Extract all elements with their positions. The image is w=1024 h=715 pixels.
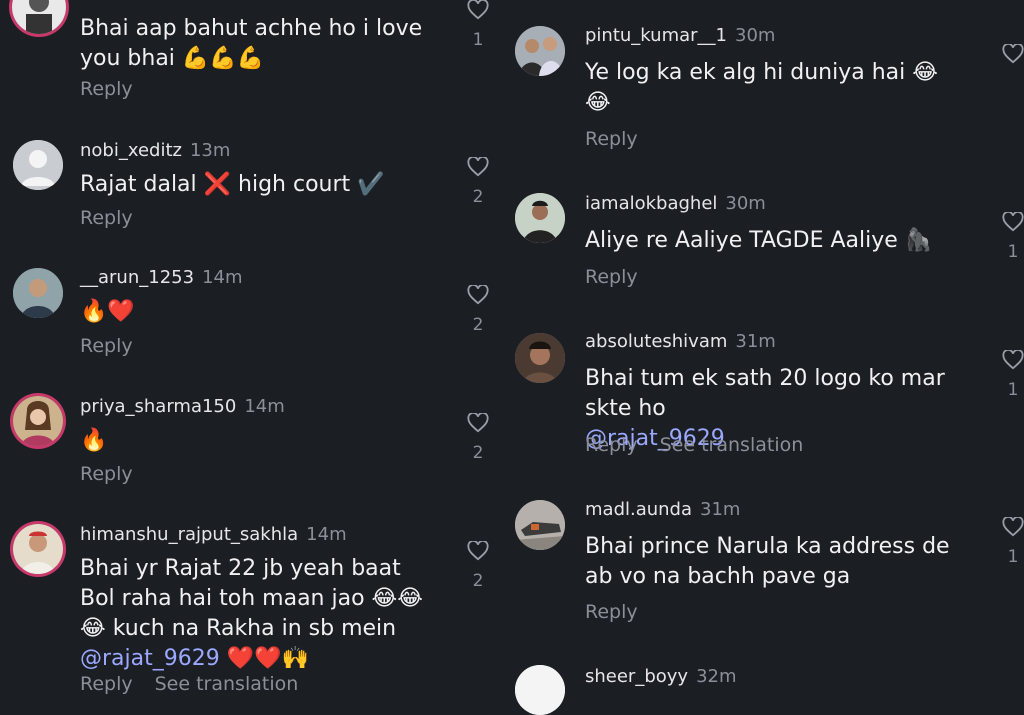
comment-username[interactable]: pintu_kumar__1 bbox=[585, 25, 727, 46]
comment-actions: Reply bbox=[80, 207, 133, 229]
avatar[interactable] bbox=[515, 333, 565, 383]
heart-icon bbox=[467, 413, 489, 433]
comment-actions: Reply See translation bbox=[80, 673, 298, 695]
like-button[interactable]: 1 bbox=[1001, 350, 1024, 400]
avatar[interactable] bbox=[13, 524, 63, 574]
avatar[interactable] bbox=[515, 26, 565, 76]
avatar[interactable] bbox=[13, 396, 63, 446]
comment-username[interactable]: __arun_1253 bbox=[80, 267, 194, 288]
comment-text: Ye log ka ek alg hi duniya hai 😂 😂 bbox=[585, 60, 938, 115]
like-button[interactable]: 2 bbox=[466, 285, 490, 335]
mention-link[interactable]: @rajat_9629 bbox=[80, 646, 220, 671]
heart-icon bbox=[1002, 517, 1024, 537]
reply-button[interactable]: Reply bbox=[585, 601, 638, 623]
comment-username[interactable]: iamalokbaghel bbox=[585, 193, 717, 214]
comment-username[interactable]: priya_sharma150 bbox=[80, 396, 236, 417]
like-button[interactable]: 2 bbox=[466, 413, 490, 463]
comment-text: 🔥❤️ bbox=[80, 299, 135, 324]
avatar[interactable] bbox=[515, 193, 565, 243]
comment-time: 30m bbox=[735, 25, 776, 46]
like-count: 2 bbox=[472, 443, 484, 463]
comment-actions: Reply See translation bbox=[585, 434, 803, 456]
reply-button[interactable]: Reply bbox=[80, 673, 133, 695]
comment-time: 30m bbox=[725, 193, 766, 214]
comment-username[interactable]: absoluteshivam bbox=[585, 331, 727, 352]
like-count: 1 bbox=[472, 30, 484, 50]
heart-icon bbox=[1002, 350, 1024, 370]
comment-username[interactable]: nobi_xeditz bbox=[80, 140, 182, 161]
comment-text: Rajat dalal ❌ high court ✔️ bbox=[80, 172, 385, 197]
avatar[interactable] bbox=[12, 0, 66, 34]
comment-time: 14m bbox=[244, 396, 285, 417]
like-count: 1 bbox=[1007, 380, 1019, 400]
like-button[interactable]: 2 bbox=[466, 157, 490, 207]
comment-username[interactable]: sheer_boyy bbox=[585, 666, 688, 687]
like-button[interactable]: 2 bbox=[466, 541, 490, 591]
comment-username[interactable]: madl.aunda bbox=[585, 499, 692, 520]
reply-button[interactable]: Reply bbox=[585, 266, 638, 288]
reply-button[interactable]: Reply bbox=[80, 335, 133, 357]
avatar[interactable] bbox=[13, 268, 63, 318]
comment-time: 14m bbox=[306, 524, 347, 545]
heart-icon bbox=[467, 157, 489, 177]
like-count: 2 bbox=[472, 187, 484, 207]
comment-time: 13m bbox=[189, 140, 231, 161]
like-button[interactable]: 1 bbox=[1001, 517, 1024, 567]
comment-text: Bhai aap bahut achhe ho i love you bhai … bbox=[80, 16, 423, 71]
comment-actions: Reply bbox=[585, 266, 638, 288]
reply-button[interactable]: Reply bbox=[80, 463, 133, 485]
like-button[interactable]: 1 bbox=[466, 0, 490, 50]
reply-button[interactable]: Reply bbox=[80, 207, 133, 229]
like-count: 1 bbox=[1007, 547, 1019, 567]
comment-actions: Reply bbox=[80, 78, 133, 100]
comment-time: 31m bbox=[700, 499, 741, 520]
avatar[interactable] bbox=[13, 140, 63, 190]
heart-icon bbox=[1002, 44, 1024, 64]
like-count: 1 bbox=[1007, 242, 1019, 262]
comment-actions: Reply bbox=[585, 128, 638, 150]
comment-text: Bhai yr Rajat 22 jb yeah baat Bol raha h… bbox=[80, 556, 423, 671]
comment-actions: Reply bbox=[585, 601, 638, 623]
see-translation-button[interactable]: See translation bbox=[155, 673, 299, 695]
comment-text: 🔥 bbox=[80, 428, 108, 453]
comment-text: Bhai prince Narula ka address de ab vo n… bbox=[585, 534, 950, 589]
avatar[interactable] bbox=[515, 500, 565, 550]
reply-button[interactable]: Reply bbox=[80, 78, 133, 100]
heart-icon bbox=[467, 541, 489, 561]
reply-button[interactable]: Reply bbox=[585, 434, 638, 456]
comment-time: 32m bbox=[696, 666, 737, 687]
like-button[interactable] bbox=[1001, 44, 1024, 74]
heart-icon bbox=[1002, 212, 1024, 232]
reply-button[interactable]: Reply bbox=[585, 128, 638, 150]
comment-text: Aliye re Aaliye TAGDE Aaliye 🦍 bbox=[585, 228, 933, 253]
comment-actions: Reply bbox=[80, 463, 133, 485]
default-avatar-icon bbox=[13, 140, 63, 190]
comment-actions: Reply bbox=[80, 335, 133, 357]
like-count: 2 bbox=[472, 315, 484, 335]
comment-time: 14m bbox=[202, 267, 243, 288]
comment-time: 31m bbox=[735, 331, 776, 352]
comment-username[interactable]: himanshu_rajput_sakhla bbox=[80, 524, 298, 545]
avatar[interactable] bbox=[515, 665, 565, 715]
heart-icon bbox=[467, 285, 489, 305]
like-button[interactable]: 1 bbox=[1001, 212, 1024, 262]
like-count: 2 bbox=[472, 571, 484, 591]
see-translation-button[interactable]: See translation bbox=[660, 434, 804, 456]
heart-icon bbox=[467, 0, 489, 20]
